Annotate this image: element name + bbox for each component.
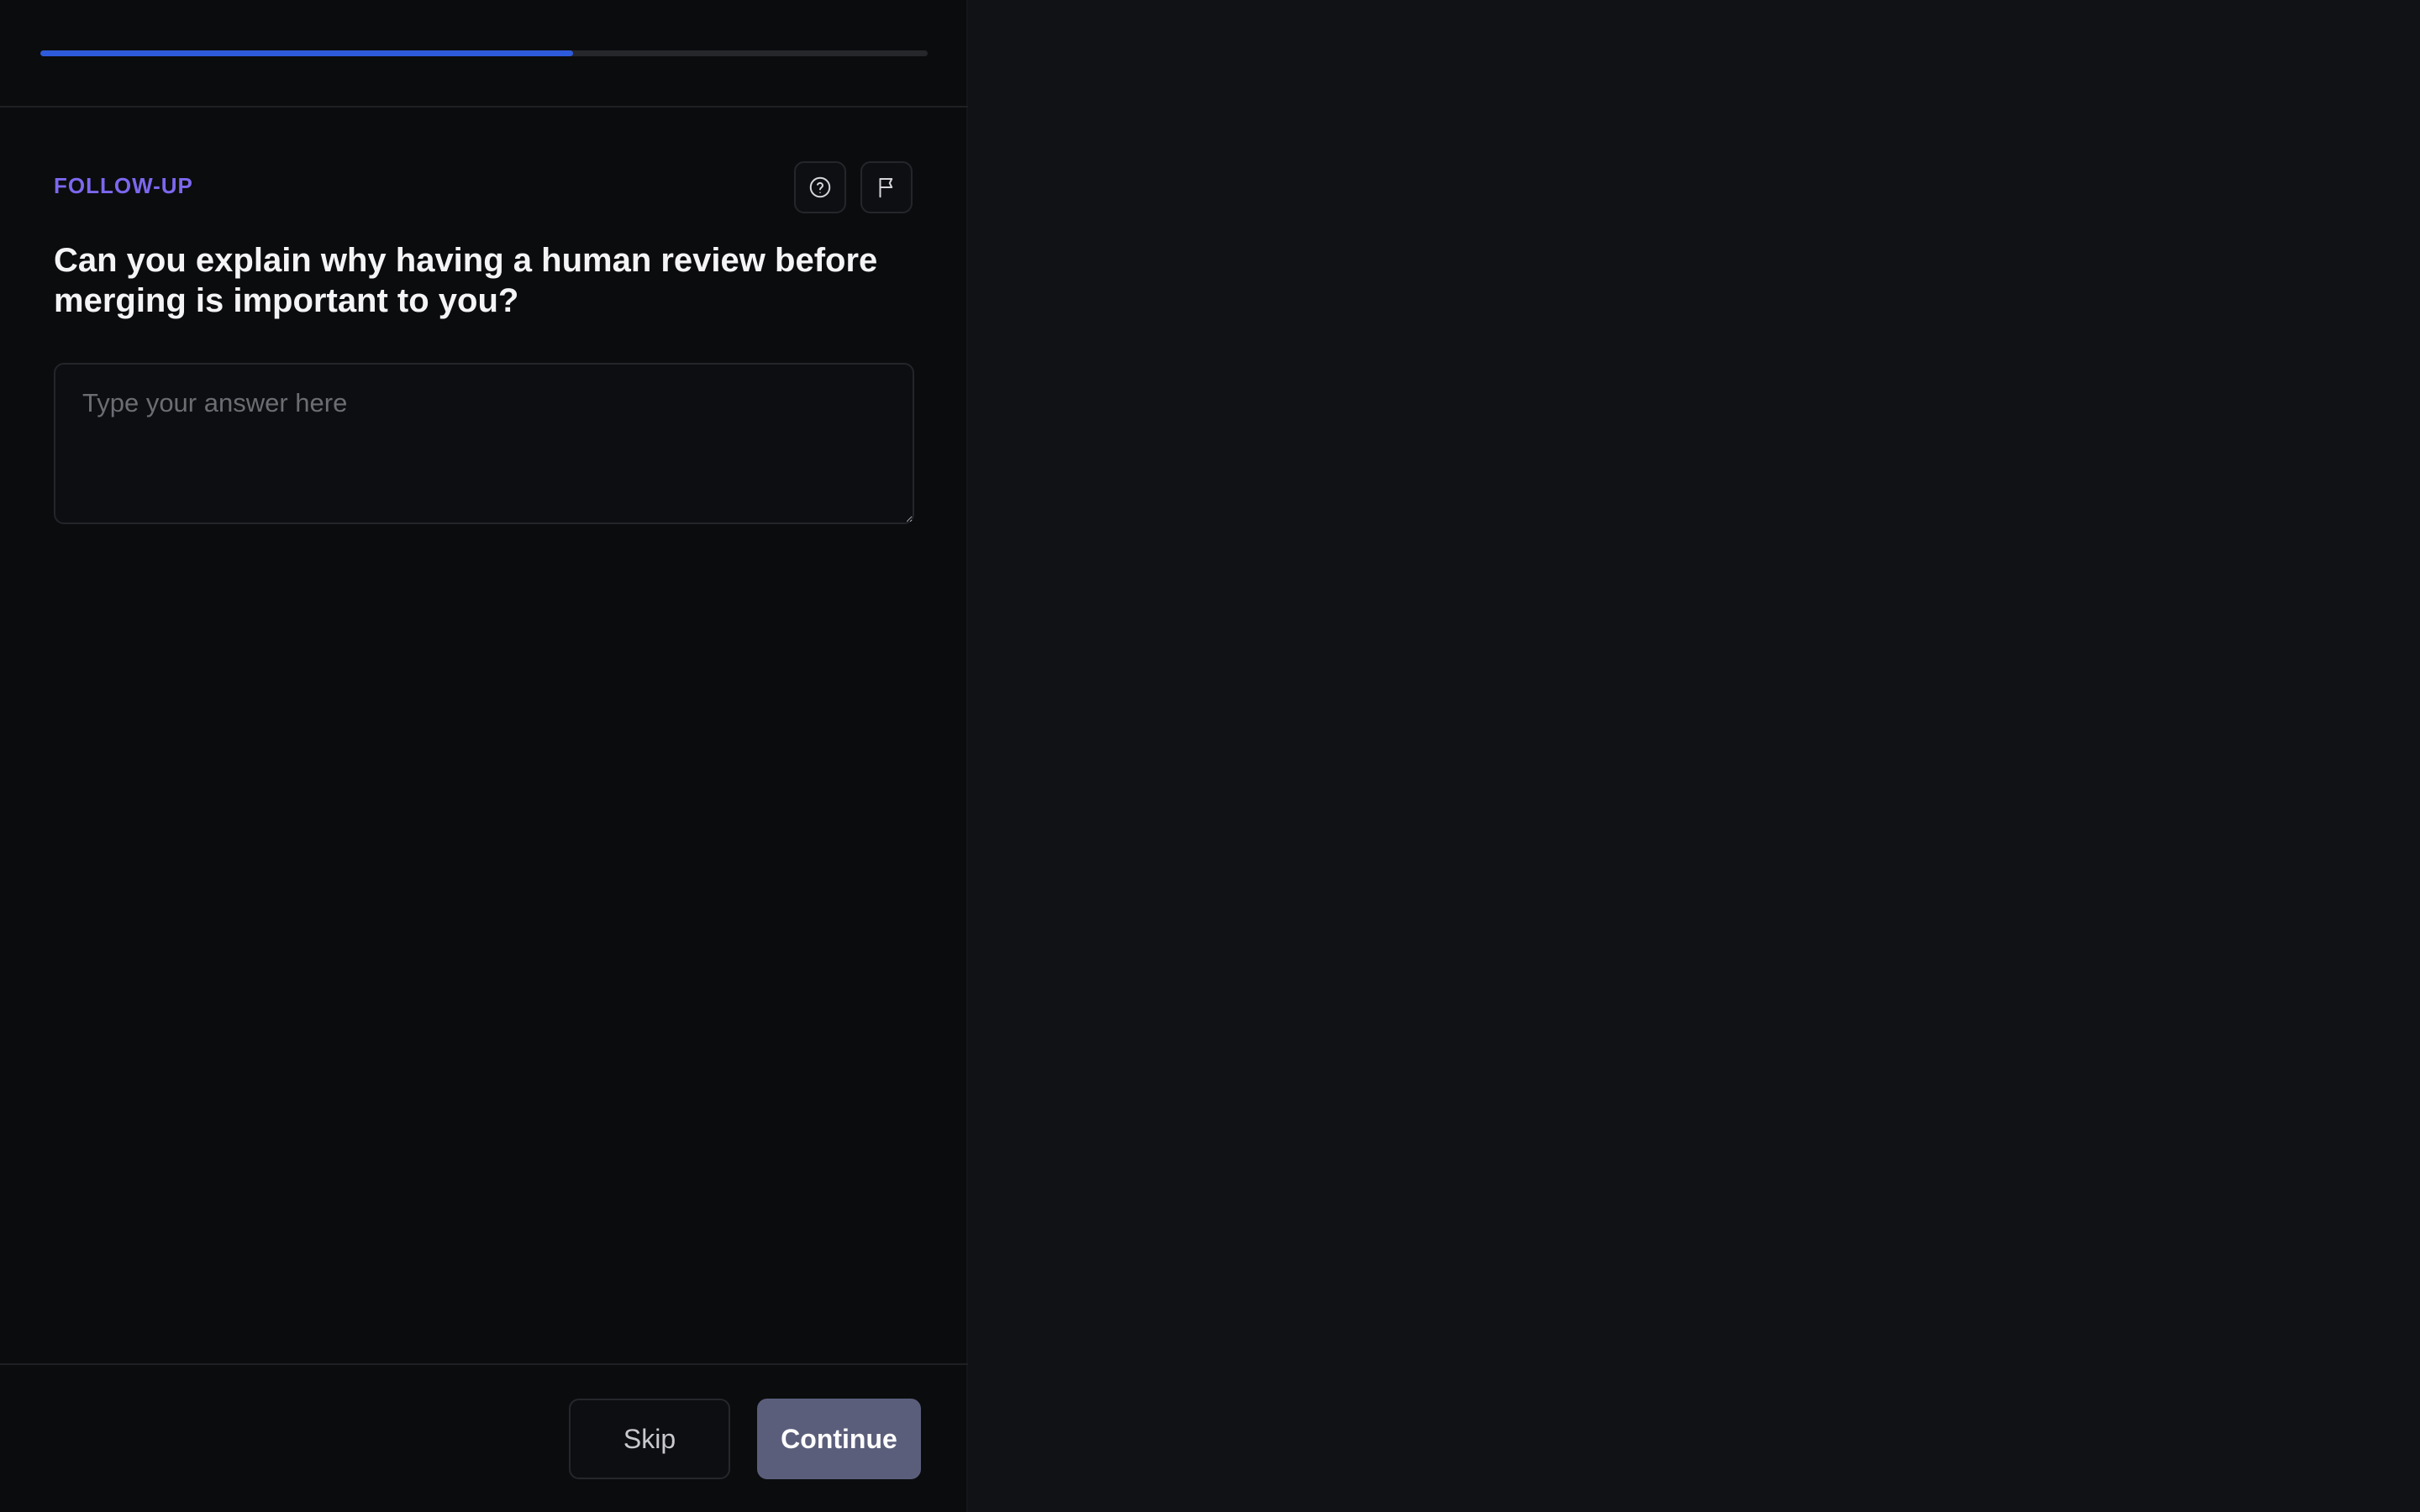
footer-bar: Skip Continue [0, 1363, 968, 1512]
survey-app: FOLLOW-UP Can you explain why having a h… [0, 0, 2420, 1512]
progress-bar [40, 50, 928, 56]
question-text: Can you explain why having a human revie… [54, 242, 878, 319]
survey-panel: FOLLOW-UP Can you explain why having a h… [0, 0, 968, 1512]
help-button[interactable] [794, 161, 846, 213]
continue-button[interactable]: Continue [757, 1399, 921, 1479]
question-circle-icon [809, 176, 831, 198]
preview-area [968, 0, 2420, 1512]
flag-button[interactable] [860, 161, 913, 213]
answer-textarea[interactable] [54, 363, 914, 524]
progress-header [0, 0, 968, 108]
question-eyebrow: FOLLOW-UP [54, 173, 193, 198]
progress-bar-fill [40, 50, 573, 56]
flag-icon [879, 178, 893, 198]
skip-button[interactable]: Skip [569, 1399, 730, 1479]
